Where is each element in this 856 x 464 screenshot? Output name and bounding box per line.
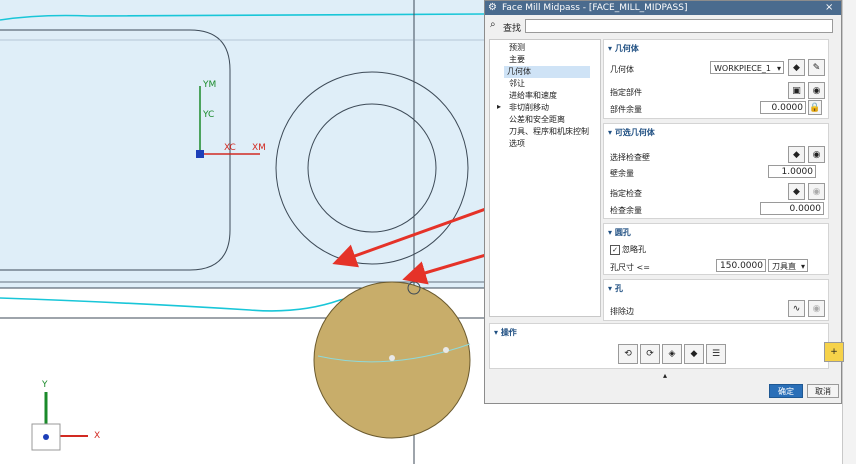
tree-item[interactable]: 非切削移动 [506, 102, 552, 114]
axis-label-xm: XM [252, 143, 266, 153]
tree-item[interactable]: 选项 [506, 138, 528, 150]
select-wall-icon[interactable]: ◆ [788, 146, 805, 163]
search-input[interactable] [525, 19, 833, 33]
part-stock-input[interactable]: 0.0000 [760, 101, 806, 114]
section-title: 操作 [500, 328, 517, 337]
dialog-titlebar[interactable]: ⚙ Face Mill Midpass - [FACE_MILL_MIDPASS… [485, 1, 841, 15]
wall-stock-label: 壁余量 [610, 169, 634, 178]
geometry-select-value: WORKPIECE_1 [714, 64, 771, 73]
close-icon[interactable]: × [825, 1, 833, 15]
simulate-icon[interactable]: ◆ [684, 344, 704, 364]
tree-item[interactable]: 刀具、程序和机床控制 [506, 126, 592, 138]
check-stock-input[interactable]: 0.0000 [760, 202, 824, 215]
wall-stock-input[interactable]: 1.0000 [768, 165, 816, 178]
triad-label-x: X [94, 431, 101, 441]
section-header-operations[interactable]: ▾ 操作 [494, 327, 517, 338]
section-header-round-hole[interactable]: ▾ 圆孔 [608, 227, 631, 238]
ignore-hole-label: 忽略孔 [622, 245, 646, 254]
chevron-down-icon: ▾ [776, 64, 781, 73]
binoculars-icon: ⌕ [490, 19, 496, 30]
hole-size-unit-select[interactable]: 刀具直 ▾ [768, 259, 808, 272]
chevron-down-icon: ▾ [800, 262, 805, 271]
axis-label-yc: YC [203, 110, 215, 120]
part-label: 指定部件 [610, 88, 642, 97]
specify-check-label: 指定检查 [610, 189, 642, 198]
dialog-title: Face Mill Midpass - [FACE_MILL_MIDPASS] [502, 3, 688, 13]
section-operations: ▾ 操作 ⟲ ⟳ ◈ ◆ ☰ + [489, 323, 844, 369]
section-title: 几何体 [614, 44, 639, 53]
tool-point-2 [443, 347, 449, 353]
list-icon[interactable]: ☰ [706, 344, 726, 364]
section-hole: ▾ 孔 排除边 ∿ ◉ [603, 279, 829, 321]
tree-item[interactable]: 主要 [506, 54, 528, 66]
tree-item[interactable]: 公差和安全距离 [506, 114, 568, 126]
axis-label-ym: YM [203, 80, 217, 90]
resource-bar[interactable] [842, 0, 856, 464]
search-label: 查找 [503, 24, 522, 34]
ok-button[interactable]: 确定 [769, 384, 803, 398]
hole-size-unit-value: 刀具直 [772, 262, 796, 271]
curve-select-icon[interactable]: ∿ [788, 300, 805, 317]
triad-label-y: Y [42, 380, 48, 390]
eye-icon-disabled[interactable]: ◉ [808, 183, 825, 200]
settings-panel: ▾ 几何体 几何体 WORKPIECE_1 ▾ ◆ ✎ 指定部件 ▣ ◉ 部件余量… [603, 39, 829, 321]
section-optional-geometry: ▾ 可选几何体 选择检查壁 ◆ ◉ 壁余量 1.0000 指定检查 ◆ ◉ 检查… [603, 123, 829, 219]
eye-icon[interactable]: ◉ [808, 146, 825, 163]
hole-size-label: 孔尺寸 <= [610, 263, 650, 272]
collapse-arrow-icon[interactable]: ▴ [663, 371, 667, 380]
tree-item-selected[interactable]: 几何体 [504, 66, 590, 78]
tree-item[interactable]: 进给率和速度 [506, 90, 560, 102]
section-title: 孔 [614, 284, 623, 293]
add-operation-icon[interactable]: + [824, 342, 844, 362]
triad-origin-dot [43, 434, 49, 440]
section-title: 可选几何体 [614, 128, 655, 137]
face-mill-dialog: ⚙ Face Mill Midpass - [FACE_MILL_MIDPASS… [484, 0, 844, 404]
replay-icon[interactable]: ⟳ [640, 344, 660, 364]
gear-icon: ⚙ [488, 2, 497, 13]
exclude-edge-label: 排除边 [610, 307, 634, 316]
select-check-icon[interactable]: ◆ [788, 183, 805, 200]
select-check-wall-label: 选择检查壁 [610, 153, 650, 162]
section-header-hole[interactable]: ▾ 孔 [608, 283, 623, 294]
section-header-optional[interactable]: ▾ 可选几何体 [608, 127, 655, 138]
wcs-origin [196, 150, 204, 158]
verify-icon[interactable]: ◈ [662, 344, 682, 364]
search-row: ⌕ 查找 [485, 17, 841, 35]
checkbox-checked-icon[interactable]: ✓ [610, 245, 620, 255]
generate-icon[interactable]: ⟲ [618, 344, 638, 364]
part-face [0, 0, 484, 288]
section-geometry: ▾ 几何体 几何体 WORKPIECE_1 ▾ ◆ ✎ 指定部件 ▣ ◉ 部件余量… [603, 39, 829, 119]
select-part-icon[interactable]: ▣ [788, 82, 805, 99]
eye-icon[interactable]: ◉ [808, 82, 825, 99]
cancel-button[interactable]: 取消 [807, 384, 839, 398]
ignore-hole-row[interactable]: ✓ 忽略孔 [610, 244, 646, 255]
axis-label-xc: XC [224, 143, 236, 153]
part-stock-label: 部件余量 [610, 105, 642, 114]
navigation-tree: 预测 主要 几何体 邻让 进给率和速度 ▸ 非切削移动 公差和安全距离 刀具、程… [489, 39, 601, 317]
lock-icon[interactable]: 🔒 [808, 100, 822, 115]
tree-item[interactable]: 邻让 [506, 78, 528, 90]
section-header-geometry[interactable]: ▾ 几何体 [608, 43, 639, 54]
edit-wrench-icon[interactable]: ✎ [808, 59, 825, 76]
section-title: 圆孔 [614, 228, 631, 237]
section-round-hole: ▾ 圆孔 ✓ 忽略孔 孔尺寸 <= 150.0000 刀具直 ▾ [603, 223, 829, 275]
tree-item[interactable]: 预测 [506, 42, 528, 54]
geometry-select[interactable]: WORKPIECE_1 ▾ [710, 61, 784, 74]
tree-expand-icon[interactable]: ▸ [497, 102, 501, 111]
tool-point-1 [389, 355, 395, 361]
geometry-label: 几何体 [610, 65, 634, 74]
eye-icon-disabled[interactable]: ◉ [808, 300, 825, 317]
new-geometry-icon[interactable]: ◆ [788, 59, 805, 76]
check-stock-label: 检查余量 [610, 206, 642, 215]
hole-size-input[interactable]: 150.0000 [716, 259, 766, 272]
